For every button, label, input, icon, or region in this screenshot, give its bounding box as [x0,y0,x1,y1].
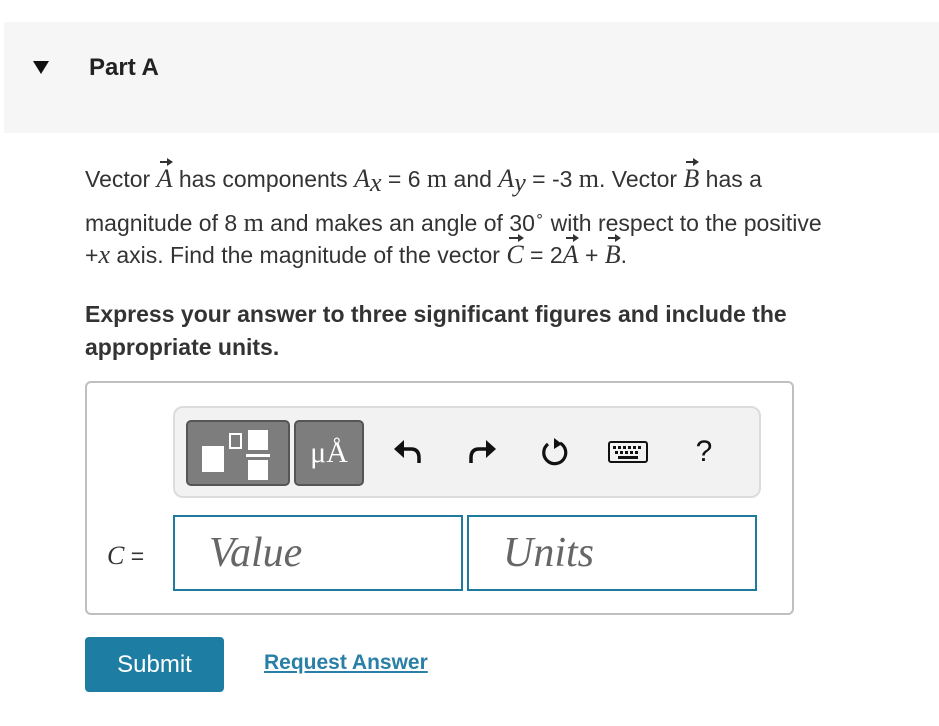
text: = 2 [523,242,563,268]
answer-label: C = [107,541,144,571]
unit-m: m [243,208,264,237]
problem-line-3: +x axis. Find the magnitude of the vecto… [85,234,935,274]
redo-icon[interactable] [460,430,504,474]
text: = 6 [381,166,427,192]
text: and [447,166,499,192]
text: axis. Find the magnitude of the vector [109,242,507,268]
text: Vector [85,166,157,192]
undo-icon[interactable] [386,430,430,474]
ax-symbol: A [354,164,370,193]
y-subscript: y [514,168,526,197]
text: has a [699,166,762,192]
templates-button[interactable] [186,420,290,486]
text: and makes an angle of 30 [263,210,535,236]
vector-b: B [605,234,621,274]
unit-m: m [426,164,448,193]
problem-line-1: Vector A has components Ax = 6 m and Ay … [85,158,935,198]
problem-line-2: magnitude of 8 m and makes an angle of 3… [85,198,935,237]
answer-box: μÅ ? C = Value Units [85,381,794,615]
text: = -3 [525,166,579,192]
instruction-text: Express your answer to three significant… [85,301,787,360]
value-input[interactable]: Value [173,515,463,591]
vector-a: A [157,158,173,198]
vector-b: B [683,158,699,198]
x-subscript: x [369,168,382,197]
reset-icon[interactable] [533,430,577,474]
keyboard-icon[interactable] [606,430,650,474]
math-toolbar: μÅ ? [173,406,761,498]
answer-variable: C [107,541,125,570]
vector-a: A [563,234,579,274]
equals-sign: = [124,543,145,569]
templates-icon [202,430,270,480]
problem-statement: Vector A has components Ax = 6 m and Ay … [85,158,935,274]
ay-symbol: A [498,164,515,193]
text: with respect to the positive [544,210,822,236]
text: + [85,242,99,268]
degree-symbol: ∘ [534,208,545,225]
submit-button[interactable]: Submit [85,637,224,692]
text: . [620,242,628,268]
help-icon[interactable]: ? [682,430,726,474]
text: magnitude of 8 [85,210,244,236]
text: has components [172,166,355,192]
text: + [578,242,605,268]
collapse-caret-icon[interactable] [33,61,49,74]
request-answer-link[interactable]: Request Answer [264,651,428,675]
units-button[interactable]: μÅ [294,420,364,486]
x-axis-symbol: x [98,240,110,269]
vector-c: C [506,234,525,274]
units-input[interactable]: Units [467,515,757,591]
text: . Vector [599,166,684,192]
part-title: Part A [89,54,159,81]
unit-m: m [578,164,600,193]
